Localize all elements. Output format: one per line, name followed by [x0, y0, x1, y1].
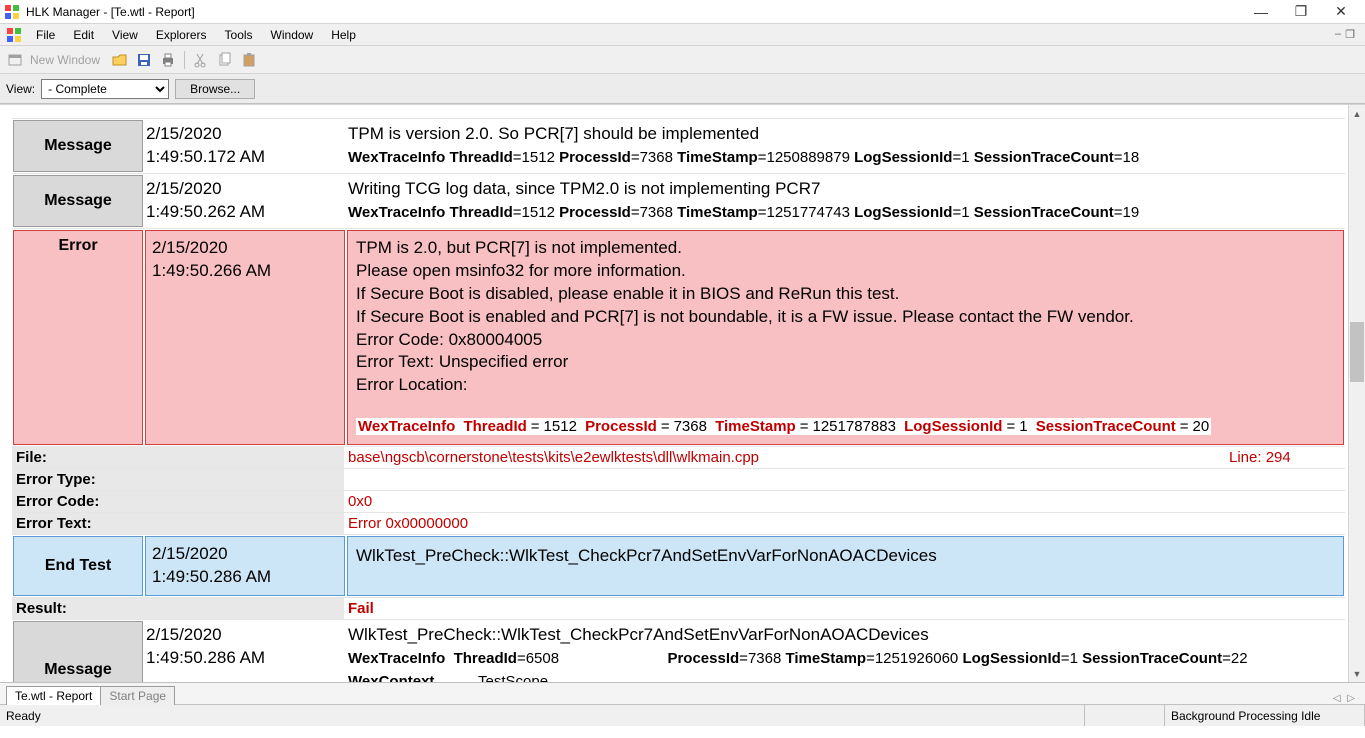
log-row-end-test: End Test 2/15/20201:49:50.286 AM WlkTest…: [12, 535, 1345, 598]
tab-nav-arrows[interactable]: ◁ ▷: [1333, 693, 1365, 704]
toolbar-separator: [184, 51, 185, 69]
row-timestamp: 2/15/20201:49:50.286 AM: [145, 536, 345, 596]
tab-report[interactable]: Te.wtl - Report: [6, 686, 101, 705]
detail-result: Result: Fail: [12, 598, 1345, 620]
row-timestamp: 2/15/20201:49:50.172 AM: [144, 119, 344, 173]
log-row-message: Message 2/15/20201:49:50.262 AM Writing …: [12, 174, 1345, 229]
log-row-partial-top: 1:49:50.172 AM WexTraceInfo ThreadId=151…: [12, 105, 1345, 119]
mdi-restore-button[interactable]: ❐: [1345, 28, 1355, 41]
menu-file[interactable]: File: [28, 26, 63, 44]
error-trace: WexTraceInfo ThreadId=1512 ProcessId=736…: [356, 418, 1211, 435]
tab-start-page[interactable]: Start Page: [100, 686, 175, 705]
detail-file: File: base\ngscb\cornerstone\tests\kits\…: [12, 447, 1345, 469]
log-row-error: Error 2/15/20201:49:50.266 AM TPM is 2.0…: [12, 229, 1345, 448]
row-type-badge: Message: [13, 120, 143, 172]
row-type-badge: Error: [13, 230, 143, 446]
title-bar: HLK Manager - [Te.wtl - Report] — ❐ ✕: [0, 0, 1365, 24]
log-row-message: Message 2/15/20201:49:50.286 AM WlkTest_…: [12, 620, 1345, 682]
status-bar: Ready Background Processing Idle: [0, 704, 1365, 726]
window-controls: — ❐ ✕: [1249, 3, 1361, 20]
document-tab-bar: Te.wtl - Report Start Page ◁ ▷: [0, 682, 1365, 704]
view-label: View:: [6, 82, 35, 96]
row-type-badge: Message: [13, 175, 143, 227]
menu-tools[interactable]: Tools: [217, 26, 261, 44]
row-timestamp: 2/15/20201:49:50.262 AM: [144, 174, 344, 228]
mdi-minimize-button[interactable]: –: [1335, 28, 1341, 41]
paste-icon: [239, 50, 259, 70]
row-timestamp: 2/15/20201:49:50.266 AM: [145, 230, 345, 446]
row-timestamp: 2/15/20201:49:50.286 AM: [144, 620, 344, 682]
new-window-icon: [6, 50, 26, 70]
status-mid: [1085, 705, 1165, 726]
open-icon[interactable]: [110, 50, 130, 70]
row-message: TPM is version 2.0. So PCR[7] should be …: [344, 119, 1345, 173]
view-select[interactable]: - Complete: [41, 79, 169, 99]
menu-edit[interactable]: Edit: [65, 26, 102, 44]
mdi-controls: – ❐: [1335, 28, 1359, 41]
cut-icon: [191, 50, 211, 70]
maximize-button[interactable]: ❐: [1289, 3, 1313, 20]
status-left: Ready: [0, 705, 1085, 726]
vertical-scrollbar[interactable]: ▲ ▼: [1348, 105, 1365, 682]
scroll-down-arrow-icon[interactable]: ▼: [1349, 665, 1365, 682]
menu-explorers[interactable]: Explorers: [148, 26, 215, 44]
row-message: Writing TCG log data, since TPM2.0 is no…: [344, 174, 1345, 228]
log-row-message: Message 2/15/20201:49:50.172 AM TPM is v…: [12, 119, 1345, 174]
detail-error-code: Error Code: 0x0: [12, 491, 1345, 513]
scroll-track[interactable]: [1349, 122, 1365, 665]
close-button[interactable]: ✕: [1329, 3, 1353, 20]
row-type-badge: Message: [13, 621, 143, 682]
new-window-button: New Window: [30, 53, 106, 67]
menu-bar: File Edit View Explorers Tools Window He…: [0, 24, 1365, 46]
view-bar: View: - Complete Browse...: [0, 74, 1365, 104]
menu-view[interactable]: View: [104, 26, 146, 44]
toolbar: New Window: [0, 46, 1365, 74]
save-icon[interactable]: [134, 50, 154, 70]
row-message: WlkTest_PreCheck::WlkTest_CheckPcr7AndSe…: [347, 536, 1344, 596]
menu-window[interactable]: Window: [263, 26, 322, 44]
row-message: TPM is 2.0, but PCR[7] is not implemente…: [347, 230, 1344, 446]
report-area: 1:49:50.172 AM WexTraceInfo ThreadId=151…: [0, 104, 1365, 682]
browse-button[interactable]: Browse...: [175, 79, 255, 99]
row-type-badge: End Test: [13, 536, 143, 596]
scroll-thumb[interactable]: [1350, 322, 1364, 382]
detail-error-text: Error Text: Error 0x00000000: [12, 513, 1345, 535]
window-title: HLK Manager - [Te.wtl - Report]: [26, 5, 1249, 19]
menu-help[interactable]: Help: [323, 26, 364, 44]
status-right: Background Processing Idle: [1165, 705, 1365, 726]
mdi-icon: [6, 27, 22, 43]
row-message: WlkTest_PreCheck::WlkTest_CheckPcr7AndSe…: [344, 620, 1345, 682]
scroll-up-arrow-icon[interactable]: ▲: [1349, 105, 1365, 122]
copy-icon: [215, 50, 235, 70]
print-icon[interactable]: [158, 50, 178, 70]
minimize-button[interactable]: —: [1249, 4, 1273, 20]
detail-error-type: Error Type:: [12, 469, 1345, 491]
app-icon: [4, 4, 20, 20]
